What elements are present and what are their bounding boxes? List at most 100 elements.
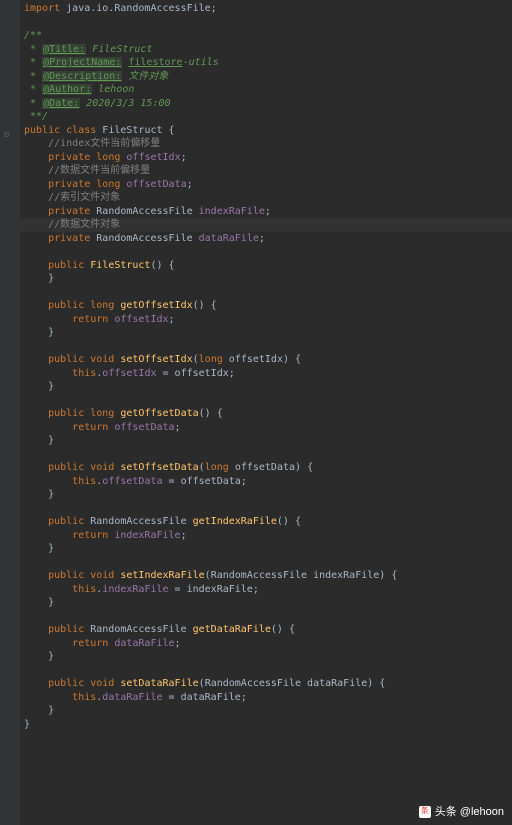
brace: } <box>48 327 54 338</box>
doc-line: * @Author: lehoon <box>0 83 512 97</box>
import-path: java.io.RandomAccessFile <box>66 3 211 14</box>
param-name: indexRaFile <box>313 570 379 581</box>
getter-decl: public long getOffsetIdx() { <box>0 299 512 313</box>
class-decl: public class FileStruct { <box>0 124 512 138</box>
doc-star: * <box>24 44 42 55</box>
return-keyword: return <box>72 638 108 649</box>
import-keyword: import <box>24 3 60 14</box>
brace: } <box>24 719 30 730</box>
method-name: getIndexRaFile <box>193 516 277 527</box>
blank-line <box>0 16 512 30</box>
sig: () { <box>271 624 295 635</box>
class-name: FileStruct <box>102 125 162 136</box>
getter-decl: public long getOffsetData() { <box>0 407 512 421</box>
editor-gutter: ⊟ <box>0 0 20 825</box>
brace: } <box>48 651 54 662</box>
doc-line: * @Description: 文件对象 <box>0 70 512 84</box>
semicolon: ; <box>181 530 187 541</box>
semicolon: ; <box>253 584 259 595</box>
field-decl: private RandomAccessFile indexRaFile; <box>0 205 512 219</box>
brace: } <box>48 543 54 554</box>
semicolon: ; <box>175 638 181 649</box>
param-type: long <box>205 462 229 473</box>
semicolon: ; <box>265 206 271 217</box>
blank-line <box>0 448 512 462</box>
blank-line <box>0 394 512 408</box>
field-comment: //数据文件当前偏移量 <box>48 165 150 176</box>
field-name: indexRaFile <box>199 206 265 217</box>
brace: } <box>48 273 54 284</box>
project-val: filestore <box>128 57 182 68</box>
class-keyword: class <box>66 125 96 136</box>
close-brace: } <box>0 326 512 340</box>
setter-decl: public void setOffsetData(long offsetDat… <box>0 461 512 475</box>
doc-line: * @Title: FileStruct <box>0 43 512 57</box>
this-keyword: this <box>72 692 96 703</box>
watermark: 头条 @lehoon <box>419 803 504 819</box>
doc-start: /** <box>24 30 42 41</box>
open-brace: { <box>163 125 175 136</box>
field-ref: offsetData <box>102 476 162 487</box>
private-keyword: private <box>48 179 90 190</box>
description-tag: @Description: <box>42 71 122 82</box>
public-keyword: public <box>48 624 84 635</box>
eq: = <box>163 692 181 703</box>
code-editor[interactable]: import java.io.RandomAccessFile; /** * @… <box>0 0 512 733</box>
semicolon: ; <box>175 422 181 433</box>
sig: () { <box>193 300 217 311</box>
type-long: long <box>96 152 120 163</box>
semicolon: ; <box>259 233 265 244</box>
blank-line <box>0 556 512 570</box>
return-keyword: return <box>72 422 108 433</box>
sig: () { <box>199 408 223 419</box>
sig: ) { <box>295 462 313 473</box>
setter-decl: public void setOffsetIdx(long offsetIdx)… <box>0 353 512 367</box>
return-stmt: return indexRaFile; <box>0 529 512 543</box>
sig: ) { <box>379 570 397 581</box>
public-keyword: public <box>48 516 84 527</box>
brace: } <box>48 381 54 392</box>
public-keyword: public <box>48 678 84 689</box>
field-comment: //数据文件对象 <box>48 219 120 230</box>
return-type: void <box>90 354 114 365</box>
assign-stmt: this.dataRaFile = dataRaFile; <box>0 691 512 705</box>
blank-line <box>0 340 512 354</box>
return-val: offsetIdx <box>114 314 168 325</box>
method-name: setOffsetData <box>120 462 198 473</box>
blank-line <box>0 610 512 624</box>
sig: () { <box>277 516 301 527</box>
assign-stmt: this.offsetData = offsetData; <box>0 475 512 489</box>
return-val: offsetData <box>114 422 174 433</box>
doc-close: **/ <box>0 110 512 124</box>
method-name: setDataRaFile <box>120 678 198 689</box>
close-brace: } <box>0 704 512 718</box>
doc-star: * <box>24 57 42 68</box>
return-stmt: return offsetData; <box>0 421 512 435</box>
semicolon: ; <box>181 152 187 163</box>
close-brace: } <box>0 542 512 556</box>
method-name: getDataRaFile <box>193 624 271 635</box>
author-val: lehoon <box>98 84 134 95</box>
field-comment: //index文件当前偏移量 <box>48 138 160 149</box>
private-keyword: private <box>48 152 90 163</box>
public-keyword: public <box>48 260 84 271</box>
gutter-class-icon: ⊟ <box>4 130 9 139</box>
description-val: 文件对象 <box>128 71 168 82</box>
param-type: RandomAccessFile <box>205 678 301 689</box>
arg-ref: dataRaFile <box>181 692 241 703</box>
comment-line: //数据文件当前偏移量 <box>0 164 512 178</box>
blank-line <box>0 664 512 678</box>
return-val: indexRaFile <box>114 530 180 541</box>
param-name: dataRaFile <box>307 678 367 689</box>
return-type: void <box>90 570 114 581</box>
assign-stmt: this.indexRaFile = indexRaFile; <box>0 583 512 597</box>
doc-line: * @Date: 2020/3/3 15:00 <box>0 97 512 111</box>
field-ref: offsetIdx <box>102 368 156 379</box>
close-brace: } <box>0 272 512 286</box>
return-keyword: return <box>72 314 108 325</box>
this-keyword: this <box>72 584 96 595</box>
toutiao-icon <box>419 806 431 818</box>
return-type: void <box>90 678 114 689</box>
semicolon: ; <box>241 692 247 703</box>
watermark-text: 头条 @lehoon <box>435 806 504 818</box>
